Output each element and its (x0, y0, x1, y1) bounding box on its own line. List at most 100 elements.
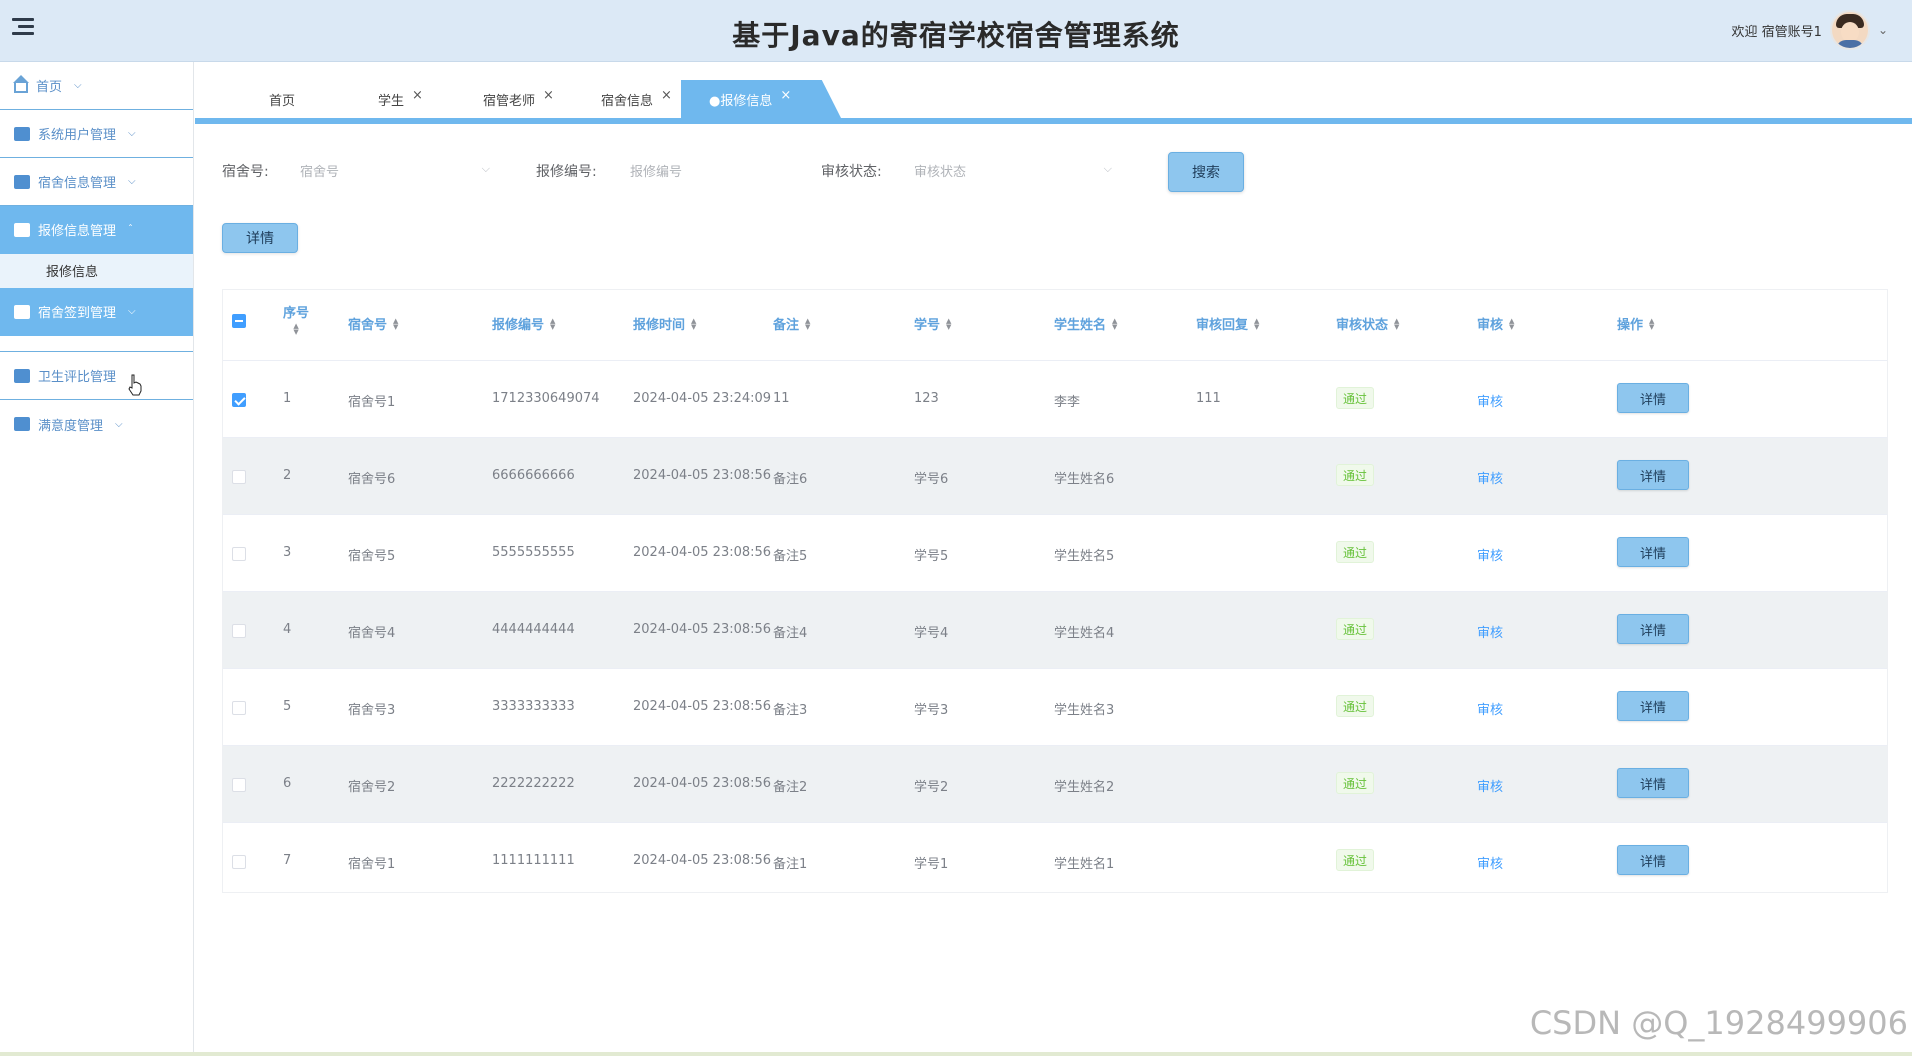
close-icon[interactable]: × (412, 88, 423, 103)
status-badge: 通过 (1336, 695, 1375, 717)
dorm-select[interactable]: 宿舍号 ⌵ (300, 152, 490, 188)
row-checkbox[interactable] (232, 701, 246, 715)
select-all-checkbox[interactable] (232, 314, 246, 328)
cell-dorm: 宿舍号1 (348, 395, 396, 410)
tabs-underline (195, 118, 1912, 124)
audit-link[interactable]: 审核 (1477, 545, 1503, 564)
row-checkbox[interactable] (232, 470, 246, 484)
chevron-down-icon: ⌵ (128, 128, 136, 139)
sidebar-item-home[interactable]: 首页 ⌵ (0, 62, 193, 110)
cell-student-no: 学号4 (914, 626, 949, 641)
tab-student[interactable]: 学生 × (378, 80, 423, 118)
audit-link[interactable]: 审核 (1477, 776, 1503, 795)
cell-student-name: 李李 (1054, 395, 1081, 410)
tabs-bar: 首页 学生 × 宿管老师 × 宿舍信息 × ●报修信息 × (195, 62, 1912, 124)
row-checkbox[interactable] (232, 393, 246, 407)
th-action[interactable]: 操作 ▲ ▼ (1617, 314, 1654, 333)
row-detail-button[interactable]: 详情 (1617, 845, 1689, 875)
user-menu[interactable]: 欢迎 宿管账号1 ⌄ (1732, 10, 1888, 50)
sidebar-item-label: 宿舍信息管理 (38, 176, 117, 191)
table-row[interactable]: 4 宿舍号4 4444444444 2024-04-05 23:08:56 备注4 学号4… (223, 591, 1887, 668)
dorm-label: 宿舍号: (222, 164, 269, 180)
table-header: 序号 ▲ ▼ 宿舍号 ▲ ▼ 报修编号 ▲ ▼ 报修时间 ▲ ▼ 备注 ▲ ▼ 学号 ▲ ▼ 学生姓名… (223, 290, 1887, 360)
row-detail-button[interactable]: 详情 (1617, 537, 1689, 567)
th-index[interactable]: 序号 ▲ ▼ (283, 302, 309, 336)
audit-link[interactable]: 审核 (1477, 853, 1503, 872)
cell-remark: 备注2 (773, 780, 808, 795)
cell-index: 2 (283, 468, 292, 483)
audit-link[interactable]: 审核 (1477, 699, 1503, 718)
status-select[interactable]: 审核状态 ⌵ (914, 152, 1112, 188)
th-label: 审核回复 (1196, 318, 1249, 333)
row-detail-button[interactable]: 详情 (1617, 460, 1689, 490)
row-detail-button[interactable]: 详情 (1617, 383, 1689, 413)
th-student-no[interactable]: 学号 ▲ ▼ (914, 314, 951, 333)
tab-home[interactable]: 首页 (269, 80, 295, 118)
th-remark[interactable]: 备注 ▲ ▼ (773, 314, 810, 333)
repair-no-placeholder: 报修编号 (630, 164, 683, 180)
sidebar-item-system-users[interactable]: 系统用户管理 ⌵ (0, 110, 193, 158)
tab-dorm-info[interactable]: 宿舍信息 × (601, 80, 672, 118)
row-checkbox[interactable] (232, 855, 246, 869)
avatar[interactable] (1829, 10, 1870, 50)
audit-link[interactable]: 审核 (1477, 468, 1503, 487)
sort-icon: ▲ ▼ (691, 316, 697, 331)
sidebar-item-label: 系统用户管理 (38, 128, 117, 143)
repair-no-label: 报修编号: (536, 164, 597, 180)
th-dorm[interactable]: 宿舍号 ▲ ▼ (348, 314, 398, 333)
sidebar-item-hygiene[interactable]: 卫生评比管理 (0, 352, 193, 400)
sidebar-item-repair-management[interactable]: 报修信息管理 ˆ (0, 206, 193, 254)
table-row[interactable]: 1 宿舍号1 1712330649074 2024-04-05 23:24:09 11 1… (223, 360, 1887, 437)
tab-label: 宿管老师 (483, 93, 536, 109)
table-row[interactable]: 6 宿舍号2 2222222222 2024-04-05 23:08:56 备注2 学号2… (223, 745, 1887, 822)
close-icon[interactable]: × (661, 88, 672, 103)
sidebar-item-satisfaction[interactable]: 满意度管理 ⌵ (0, 400, 193, 448)
close-icon[interactable]: × (780, 88, 791, 103)
th-label: 报修时间 (633, 318, 686, 333)
cell-index: 6 (283, 776, 292, 791)
chevron-down-icon: ⌵ (1103, 162, 1112, 175)
sidebar-item-signin-management[interactable]: 宿舍签到管理 ⌵ (0, 288, 193, 336)
row-detail-button[interactable]: 详情 (1617, 614, 1689, 644)
search-button[interactable]: 搜索 (1168, 152, 1244, 192)
sort-icon: ▲ ▼ (1112, 316, 1118, 331)
cell-student-no: 123 (914, 391, 939, 406)
th-status[interactable]: 审核状态 ▲ ▼ (1336, 314, 1399, 333)
audit-link[interactable]: 审核 (1477, 622, 1503, 641)
th-reply[interactable]: 审核回复 ▲ ▼ (1196, 314, 1259, 333)
cell-remark: 备注4 (773, 626, 808, 641)
cell-index: 4 (283, 622, 292, 637)
row-checkbox[interactable] (232, 547, 246, 561)
tab-label: 首页 (269, 93, 296, 109)
cell-student-no: 学号2 (914, 780, 949, 795)
status-label: 审核状态: (821, 164, 882, 180)
cell-student-name: 学生姓名2 (1054, 780, 1115, 795)
th-audit[interactable]: 审核 ▲ ▼ (1477, 314, 1514, 333)
table-row[interactable]: 5 宿舍号3 3333333333 2024-04-05 23:08:56 备注3 学号3… (223, 668, 1887, 745)
close-icon[interactable]: × (543, 88, 554, 103)
row-checkbox[interactable] (232, 624, 246, 638)
th-repair-no[interactable]: 报修编号 ▲ ▼ (492, 314, 555, 333)
table-row[interactable]: 3 宿舍号5 5555555555 2024-04-05 23:08:56 备注5 学号5… (223, 514, 1887, 591)
table-row[interactable]: 7 宿舍号1 1111111111 2024-04-05 23:08:56 备注1 学号1… (223, 822, 1887, 899)
tab-dorm-teacher[interactable]: 宿管老师 × (483, 80, 554, 118)
sidebar-item-dorm-info[interactable]: 宿舍信息管理 ⌵ (0, 158, 193, 206)
th-student-name[interactable]: 学生姓名 ▲ ▼ (1054, 314, 1117, 333)
cell-repair-no: 2222222222 (492, 776, 575, 791)
row-checkbox[interactable] (232, 778, 246, 792)
repair-no-input[interactable]: 报修编号 (630, 152, 800, 188)
th-repair-time[interactable]: 报修时间 ▲ ▼ (633, 314, 696, 333)
row-detail-button[interactable]: 详情 (1617, 691, 1689, 721)
tab-repair-info[interactable]: ●报修信息 × (681, 80, 841, 118)
sidebar-subitem-repair-info[interactable]: 报修信息 (0, 254, 193, 288)
cell-time: 2024-04-05 23:08:56 (633, 699, 772, 714)
cell-time: 2024-04-05 23:08:56 (633, 853, 772, 868)
audit-link[interactable]: 审核 (1477, 391, 1503, 410)
row-detail-button[interactable]: 详情 (1617, 768, 1689, 798)
chevron-down-icon[interactable]: ⌄ (1878, 23, 1888, 37)
detail-button[interactable]: 详情 (222, 223, 298, 253)
cell-student-no: 学号1 (914, 857, 949, 872)
cell-dorm: 宿舍号2 (348, 780, 396, 795)
th-label: 操作 (1617, 318, 1644, 333)
table-row[interactable]: 2 宿舍号6 6666666666 2024-04-05 23:08:56 备注6 学号6… (223, 437, 1887, 514)
